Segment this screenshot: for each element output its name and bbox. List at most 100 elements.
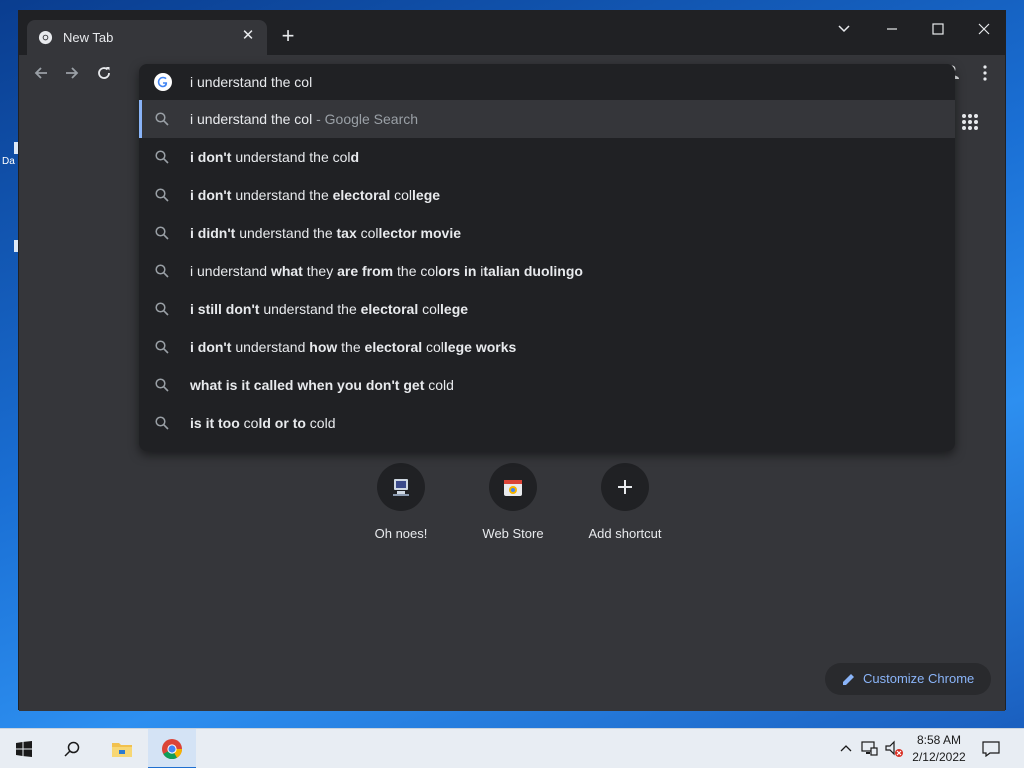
start-button[interactable]: [0, 729, 48, 768]
suggestion-text-segment: what: [270, 263, 303, 279]
clock-time: 8:58 AM: [916, 733, 962, 747]
tab-new-tab[interactable]: New Tab ✕: [27, 20, 267, 55]
reload-button[interactable]: [91, 60, 117, 86]
back-button[interactable]: [28, 60, 54, 86]
suggestion-text-segment: lector movie: [378, 225, 462, 241]
forward-button[interactable]: [59, 60, 85, 86]
suggestion-list: i understand the col - Google Search i do…: [139, 100, 955, 442]
network-icon: [861, 741, 878, 756]
chevron-up-icon: [840, 745, 852, 752]
new-tab-button[interactable]: +: [277, 25, 299, 47]
suggestion-item[interactable]: is it too cold or to cold: [139, 404, 955, 442]
suggestion-item[interactable]: what is it called when you don't get col…: [139, 366, 955, 404]
search-button[interactable]: [48, 729, 96, 768]
suggestion-text-segment: what is it called when you don't get: [190, 377, 425, 393]
customize-chrome-label: Customize Chrome: [863, 671, 975, 686]
suggestion-text: what is it called when you don't get col…: [190, 377, 454, 393]
desktop-icon[interactable]: [0, 240, 20, 270]
suggestion-text-segment: i: [190, 187, 198, 203]
suggestion-item[interactable]: i didn't understand the tax collector mo…: [139, 214, 955, 252]
omnibox[interactable]: i understand the col: [139, 64, 955, 100]
suggestion-text-segment: don't: [197, 187, 232, 203]
suggestion-item[interactable]: i still don't understand the electoral c…: [139, 290, 955, 328]
selection-indicator: [139, 100, 142, 138]
title-bar: New Tab ✕ +: [19, 11, 1005, 55]
suggestion-hint: - Google Search: [312, 111, 419, 127]
search-icon: [155, 150, 169, 164]
suggestion-text-segment: electoral: [364, 339, 423, 355]
search-icon: [155, 264, 169, 278]
suggestion-text-segment: col: [418, 301, 441, 317]
volume-button[interactable]: [884, 729, 904, 768]
network-button[interactable]: [860, 729, 880, 768]
suggestion-item[interactable]: i understand the col - Google Search: [139, 100, 955, 138]
apps-button[interactable]: [961, 113, 983, 135]
shortcut-oh-noes[interactable]: Oh noes!: [346, 463, 456, 541]
file-explorer-button[interactable]: [98, 729, 146, 768]
menu-button[interactable]: [973, 60, 997, 86]
oh-noes-icon: [393, 479, 409, 496]
suggestion-text-segment: understand the col: [231, 149, 351, 165]
suggestion-text-segment: how: [309, 339, 338, 355]
suggestion-text-segment: col: [390, 187, 413, 203]
suggestion-text-segment: d: [350, 149, 360, 165]
suggestion-text-segment: lege works: [443, 339, 517, 355]
minimize-button[interactable]: [869, 15, 915, 43]
minimize-icon: [887, 28, 897, 30]
search-icon: [155, 416, 169, 430]
maximize-icon: [932, 23, 944, 35]
plus-icon: [618, 480, 632, 494]
search-icon: [155, 340, 169, 354]
suggestion-text-segment: col: [422, 339, 444, 355]
desktop-icon[interactable]: Da: [0, 142, 20, 172]
shortcut-label: Web Store: [482, 526, 544, 541]
suggestion-text: i don't understand the electoral college: [190, 187, 440, 203]
tab-title: New Tab: [63, 30, 114, 45]
chrome-icon: [38, 30, 53, 45]
suggestion-item[interactable]: i don't understand how the electoral col…: [139, 328, 955, 366]
kebab-menu-icon: [983, 65, 987, 81]
reload-icon: [98, 67, 110, 79]
shortcut-tile: [601, 463, 649, 511]
close-button[interactable]: [961, 15, 1007, 43]
file-explorer-icon: [112, 743, 132, 757]
suggestion-text-segment: i: [190, 301, 198, 317]
arrow-right-icon: [66, 67, 79, 79]
suggestion-text: i still don't understand the electoral c…: [190, 301, 468, 317]
apps-grid-icon: [962, 114, 978, 130]
suggestion-text-segment: ors in: [438, 263, 477, 279]
suggestion-text-segment: understand: [231, 339, 310, 355]
suggestion-text-segment: still don't: [197, 301, 260, 317]
shortcut-add[interactable]: Add shortcut: [570, 463, 680, 541]
chrome-taskbar-button[interactable]: [148, 729, 196, 768]
suggestion-text: i don't understand the cold: [190, 149, 359, 165]
google-icon: [154, 73, 172, 91]
suggestion-item[interactable]: i don't understand the cold: [139, 138, 955, 176]
customize-chrome-button[interactable]: Customize Chrome: [825, 663, 991, 695]
suggestion-text-segment: tax: [336, 225, 357, 241]
show-hidden-icons-button[interactable]: [836, 729, 856, 768]
close-icon: [978, 23, 990, 35]
suggestion-text-segment: is it too: [190, 415, 240, 431]
shortcut-web-store[interactable]: Web Store: [458, 463, 568, 541]
suggestion-text-segment: lege: [412, 187, 441, 203]
suggestion-item[interactable]: i understand what they are from the colo…: [139, 252, 955, 290]
search-icon: [64, 741, 80, 757]
suggestion-text-segment: i: [190, 149, 198, 165]
shortcut-label: Add shortcut: [588, 526, 662, 541]
suggestion-text-segment: the col: [393, 263, 439, 279]
suggestion-text: i didn't understand the tax collector mo…: [190, 225, 461, 241]
maximize-button[interactable]: [915, 15, 961, 43]
notifications-button[interactable]: [980, 729, 1002, 768]
taskbar-clock[interactable]: 8:58 AM 2/12/2022: [905, 732, 973, 766]
suggestion-text-segment: they: [302, 263, 338, 279]
suggestion-item[interactable]: i don't understand the electoral college: [139, 176, 955, 214]
clock-date: 2/12/2022: [912, 750, 966, 764]
search-icon: [155, 226, 169, 240]
tab-close-button[interactable]: ✕: [239, 27, 257, 45]
omnibox-input[interactable]: i understand the col: [190, 74, 312, 90]
suggestion-text-segment: the: [337, 339, 365, 355]
arrow-left-icon: [34, 67, 47, 79]
suggestion-text-segment: didn't: [197, 225, 236, 241]
tab-search-button[interactable]: [821, 15, 867, 43]
